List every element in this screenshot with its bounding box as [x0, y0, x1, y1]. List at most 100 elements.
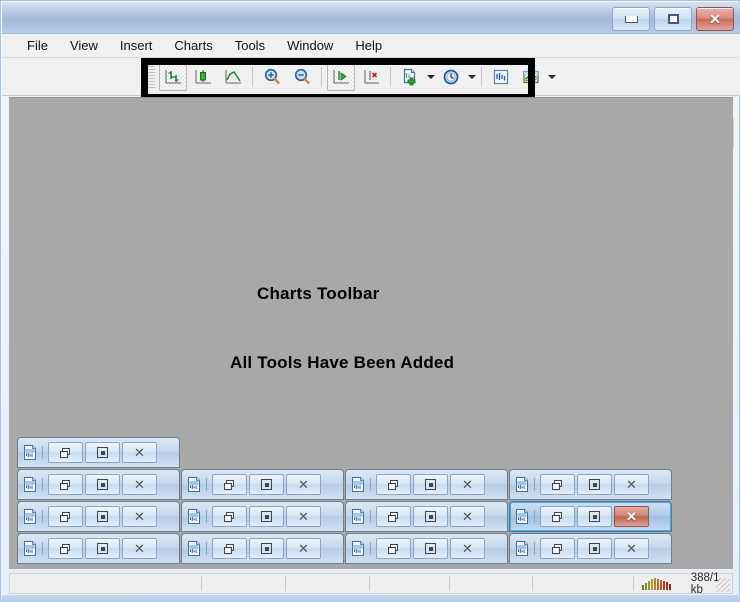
window-close-button[interactable]: ✕ — [286, 538, 321, 559]
minimized-window[interactable]: ✕ — [17, 469, 180, 500]
window-maximize-button[interactable] — [249, 474, 284, 495]
restore-button[interactable] — [654, 7, 692, 31]
window-close-button[interactable]: ✕ — [286, 506, 321, 527]
line-chart-button[interactable] — [219, 63, 247, 91]
window-title-separator — [534, 510, 535, 523]
window-close-button[interactable]: ✕ — [286, 474, 321, 495]
minimized-window[interactable]: ✕ — [509, 533, 672, 564]
window-restore-button[interactable] — [376, 474, 411, 495]
window-restore-button[interactable] — [376, 506, 411, 527]
bar-chart-button[interactable] — [159, 63, 187, 91]
window-close-button[interactable]: ✕ — [450, 474, 485, 495]
chart-document-icon — [352, 509, 364, 524]
window-maximize-button[interactable] — [413, 474, 448, 495]
menu-item-tools[interactable]: Tools — [224, 35, 276, 56]
window-close-button[interactable]: ✕ — [450, 538, 485, 559]
menu-item-window[interactable]: Window — [276, 35, 344, 56]
window-close-button[interactable]: ✕ — [614, 506, 649, 527]
templates-dropdown-arrow[interactable] — [546, 65, 557, 89]
annotation-caption: All Tools Have Been Added — [230, 353, 455, 372]
window-close-button[interactable]: ✕ — [450, 506, 485, 527]
window-restore-button[interactable] — [540, 474, 575, 495]
window-restore-button[interactable] — [212, 538, 247, 559]
window-maximize-button[interactable] — [85, 506, 120, 527]
menu-item-charts[interactable]: Charts — [163, 35, 223, 56]
timeframe-button[interactable] — [437, 63, 465, 91]
minimized-window[interactable]: ✕ — [181, 501, 344, 532]
menu-item-insert[interactable]: Insert — [109, 35, 164, 56]
window-close-button[interactable]: ✕ — [122, 442, 157, 463]
menu-item-file[interactable]: File — [16, 35, 59, 56]
resize-grip[interactable] — [716, 578, 730, 592]
minimized-window[interactable]: ✕ — [345, 501, 508, 532]
maximize-icon — [589, 511, 600, 522]
chart-document-icon — [514, 476, 531, 493]
zoom-in-button[interactable] — [258, 63, 286, 91]
window-close-button[interactable]: ✕ — [614, 538, 649, 559]
window-maximize-button[interactable] — [249, 538, 284, 559]
menu-item-view[interactable]: View — [59, 35, 109, 56]
minimized-window[interactable]: ✕ — [345, 469, 508, 500]
minimize-button[interactable] — [612, 7, 650, 31]
window-title-separator — [42, 510, 43, 523]
window-maximize-button[interactable] — [577, 538, 612, 559]
close-button[interactable]: ✕ — [696, 7, 734, 31]
window-maximize-button[interactable] — [249, 506, 284, 527]
window-maximize-button[interactable] — [413, 506, 448, 527]
window-close-button[interactable]: ✕ — [122, 538, 157, 559]
window-close-button[interactable]: ✕ — [122, 506, 157, 527]
templates-icon — [523, 70, 539, 84]
window-title-separator — [206, 510, 207, 523]
minimized-window[interactable]: ✕ — [509, 469, 672, 500]
window-restore-button[interactable] — [48, 474, 83, 495]
zoom-out-button[interactable] — [288, 63, 316, 91]
close-icon: ✕ — [462, 509, 473, 524]
window-restore-button[interactable] — [48, 442, 83, 463]
restore-icon — [60, 511, 71, 522]
zoom-out-icon — [294, 68, 310, 85]
minimized-window[interactable]: ✕ — [181, 469, 344, 500]
window-title-separator — [534, 542, 535, 555]
window-maximize-button[interactable] — [413, 538, 448, 559]
window-restore-button[interactable] — [540, 506, 575, 527]
maximize-icon — [425, 479, 436, 490]
window-restore-button[interactable] — [48, 506, 83, 527]
minimized-window[interactable]: ✕ — [181, 533, 344, 564]
close-icon: ✕ — [298, 541, 309, 556]
menu-item-help[interactable]: Help — [344, 35, 393, 56]
window-restore-button[interactable] — [48, 538, 83, 559]
chart-document-icon — [22, 508, 39, 525]
templates-button[interactable] — [517, 63, 545, 91]
minimized-window[interactable]: ✕ — [17, 437, 180, 468]
window-restore-button[interactable] — [540, 538, 575, 559]
window-close-button[interactable]: ✕ — [122, 474, 157, 495]
window-maximize-button[interactable] — [577, 506, 612, 527]
minimized-window-active[interactable]: ✕ — [509, 501, 672, 532]
chart-document-icon — [22, 540, 39, 557]
new-chart-dropdown-arrow[interactable] — [425, 65, 436, 89]
window-restore-button[interactable] — [212, 474, 247, 495]
window-restore-button[interactable] — [376, 538, 411, 559]
window-maximize-button[interactable] — [85, 474, 120, 495]
new-chart-button[interactable] — [396, 63, 424, 91]
window-maximize-button[interactable] — [577, 474, 612, 495]
window-title-separator — [42, 446, 43, 459]
window-maximize-button[interactable] — [85, 442, 120, 463]
restore-icon — [224, 479, 235, 490]
auto-scroll-button[interactable] — [327, 63, 355, 91]
restore-icon — [552, 543, 563, 554]
candlestick-chart-button[interactable] — [189, 63, 217, 91]
status-cell-5 — [450, 576, 533, 591]
chart-document-icon — [516, 477, 528, 492]
toolbar-grip-handle[interactable] — [147, 66, 155, 88]
timeframe-dropdown-arrow[interactable] — [466, 65, 477, 89]
minimized-window[interactable]: ✕ — [17, 533, 180, 564]
window-close-button[interactable]: ✕ — [614, 474, 649, 495]
chart-document-icon — [186, 508, 203, 525]
minimized-window[interactable]: ✕ — [17, 501, 180, 532]
chart-shift-button[interactable] — [357, 63, 385, 91]
minimized-window[interactable]: ✕ — [345, 533, 508, 564]
window-restore-button[interactable] — [212, 506, 247, 527]
window-maximize-button[interactable] — [85, 538, 120, 559]
indicators-button[interactable] — [487, 63, 515, 91]
